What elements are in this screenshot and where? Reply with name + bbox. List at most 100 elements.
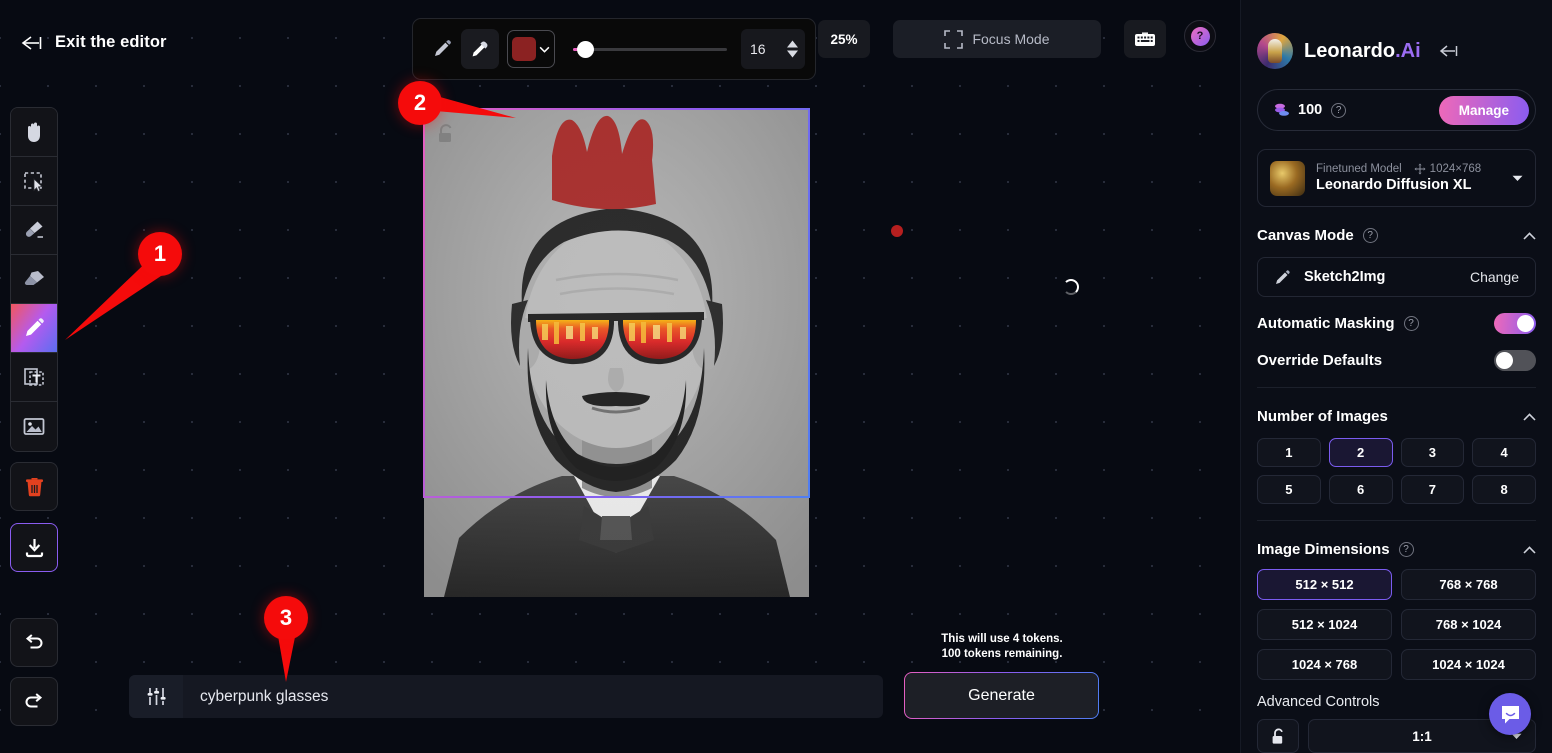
marker-1-badge: 1 [138, 232, 182, 276]
tokens-remaining-text: 100 tokens remaining. [941, 648, 1063, 660]
focus-mode-label: Focus Mode [972, 31, 1050, 47]
chevron-up-icon[interactable] [1523, 412, 1536, 421]
redo-button[interactable] [10, 677, 58, 726]
model-top-row: Finetuned Model 1024×768 [1316, 163, 1512, 175]
prompt-settings-button[interactable] [129, 675, 183, 718]
image-count-option[interactable]: 5 [1257, 475, 1321, 504]
aspect-lock-button[interactable] [1257, 719, 1299, 753]
tool-rail [10, 107, 58, 726]
brush-tool-button[interactable] [11, 206, 57, 255]
brush-size-stepper[interactable] [786, 40, 799, 58]
automatic-masking-help-icon[interactable]: ? [1403, 316, 1419, 331]
image-count-option[interactable]: 3 [1400, 438, 1465, 467]
dimension-option[interactable]: 1024 × 1024 [1401, 649, 1536, 680]
slider-track [573, 47, 727, 51]
keyboard-shortcuts-button[interactable] [1124, 20, 1166, 58]
prompt-input-bar[interactable]: cyberpunk glasses [129, 675, 883, 718]
resize-arrows-icon [1414, 163, 1426, 175]
exit-editor-label: Exit the editor [55, 33, 167, 51]
annotation-marker-1: 1 [55, 232, 195, 357]
override-defaults-row: Override Defaults [1257, 350, 1536, 371]
select-tool-button[interactable] [11, 157, 57, 206]
chat-bubble-icon [1501, 705, 1519, 723]
collapse-panel-icon[interactable] [1438, 43, 1462, 59]
brush-size-slider[interactable] [573, 39, 727, 59]
image-count-option[interactable]: 1 [1257, 438, 1321, 467]
exit-editor-button[interactable]: Exit the editor [20, 33, 167, 52]
automatic-masking-toggle[interactable] [1494, 313, 1536, 334]
dimension-option[interactable]: 512 × 512 [1257, 569, 1392, 600]
override-defaults-toggle[interactable] [1494, 350, 1536, 371]
pencil-icon [1276, 269, 1290, 284]
change-mode-link[interactable]: Change [1470, 269, 1519, 285]
pencil-tool-button[interactable] [11, 304, 57, 353]
question-mark-icon: ? [1190, 26, 1210, 46]
intercom-chat-button[interactable] [1489, 693, 1531, 735]
help-button[interactable]: ? [1184, 20, 1216, 52]
stepper-up-icon[interactable] [786, 40, 799, 48]
settings-panel: Leonardo.Ai 100 ? Manage Finetuned Model… [1240, 0, 1552, 753]
image-icon [23, 418, 45, 435]
divider [1257, 387, 1536, 388]
automatic-masking-row: Automatic Masking ? [1257, 313, 1536, 334]
canvas-mode-help-icon[interactable]: ? [1362, 228, 1378, 243]
token-info: This will use 4 tokens. 100 tokens remai… [905, 632, 1099, 662]
focus-mode-button[interactable]: Focus Mode [893, 20, 1101, 58]
keyboard-icon [1135, 32, 1155, 46]
brand-name-main: Leonardo [1304, 39, 1396, 62]
undo-button[interactable] [10, 618, 58, 667]
dimension-option[interactable]: 768 × 768 [1401, 569, 1536, 600]
override-defaults-label: Override Defaults [1257, 352, 1383, 369]
focus-frame-icon [944, 29, 964, 49]
dimension-option[interactable]: 768 × 1024 [1401, 609, 1536, 640]
image-count-option[interactable]: 6 [1328, 475, 1393, 504]
brand-name-suffix: .Ai [1395, 39, 1421, 62]
undo-icon [25, 633, 43, 648]
toggle-knob [1496, 352, 1513, 369]
canvas-mode-value: Sketch2Img [1304, 269, 1386, 285]
image-dimensions-help-icon[interactable]: ? [1398, 542, 1414, 557]
stray-brush-mark [891, 225, 903, 237]
hand-tool-button[interactable] [11, 108, 57, 157]
dimension-option[interactable]: 1024 × 768 [1257, 649, 1392, 680]
download-button[interactable] [10, 523, 58, 572]
manage-button[interactable]: Manage [1438, 95, 1529, 125]
number-of-images-section-header[interactable]: Number of Images [1257, 408, 1536, 425]
redo-icon [25, 692, 43, 707]
number-of-images-options: 1 2 3 4 5 6 7 8 [1257, 438, 1536, 504]
dimension-option[interactable]: 512 × 1024 [1257, 609, 1392, 640]
delete-button[interactable] [10, 462, 58, 511]
image-count-option[interactable]: 4 [1472, 438, 1536, 467]
brush-cursor [1063, 279, 1079, 295]
model-meta: Finetuned Model 1024×768 Leonardo Diffus… [1316, 163, 1512, 193]
image-dimensions-options: 512 × 512 768 × 768 512 × 1024 768 × 102… [1257, 569, 1536, 680]
canvas-mode-title: Canvas Mode [1257, 227, 1354, 244]
stepper-down-icon[interactable] [786, 50, 799, 58]
eraser-tool-button[interactable] [11, 255, 57, 304]
slider-knob[interactable] [577, 40, 594, 58]
image-count-option[interactable]: 8 [1472, 475, 1536, 504]
credits-help-icon[interactable]: ? [1331, 102, 1347, 118]
canvas-mode-row[interactable]: Sketch2Img Change [1257, 257, 1536, 297]
image-tool-button[interactable] [11, 402, 57, 451]
zoom-level-indicator[interactable]: 25% [818, 20, 870, 58]
avatar[interactable] [1257, 33, 1293, 69]
generate-button[interactable]: Generate [904, 672, 1099, 719]
chevron-up-icon[interactable] [1523, 231, 1536, 240]
artboard-image[interactable] [424, 108, 809, 597]
canvas-mode-section-header[interactable]: Canvas Mode ? [1257, 227, 1536, 244]
image-dimensions-section-header[interactable]: Image Dimensions ? [1257, 541, 1536, 558]
brush-size-input[interactable]: 16 [741, 29, 805, 69]
chevron-up-icon[interactable] [1523, 545, 1536, 554]
text-box-icon [24, 368, 44, 386]
image-count-option[interactable]: 2 [1328, 438, 1393, 467]
brush-size-value: 16 [750, 41, 766, 57]
chevron-down-icon[interactable] [1512, 175, 1523, 182]
image-count-option[interactable]: 7 [1400, 475, 1465, 504]
trash-icon [25, 477, 43, 496]
tool-group [10, 107, 58, 452]
model-selector[interactable]: Finetuned Model 1024×768 Leonardo Diffus… [1257, 149, 1536, 207]
text-tool-button[interactable] [11, 353, 57, 402]
image-dimensions-title: Image Dimensions [1257, 541, 1390, 558]
pencil-icon [26, 318, 44, 336]
